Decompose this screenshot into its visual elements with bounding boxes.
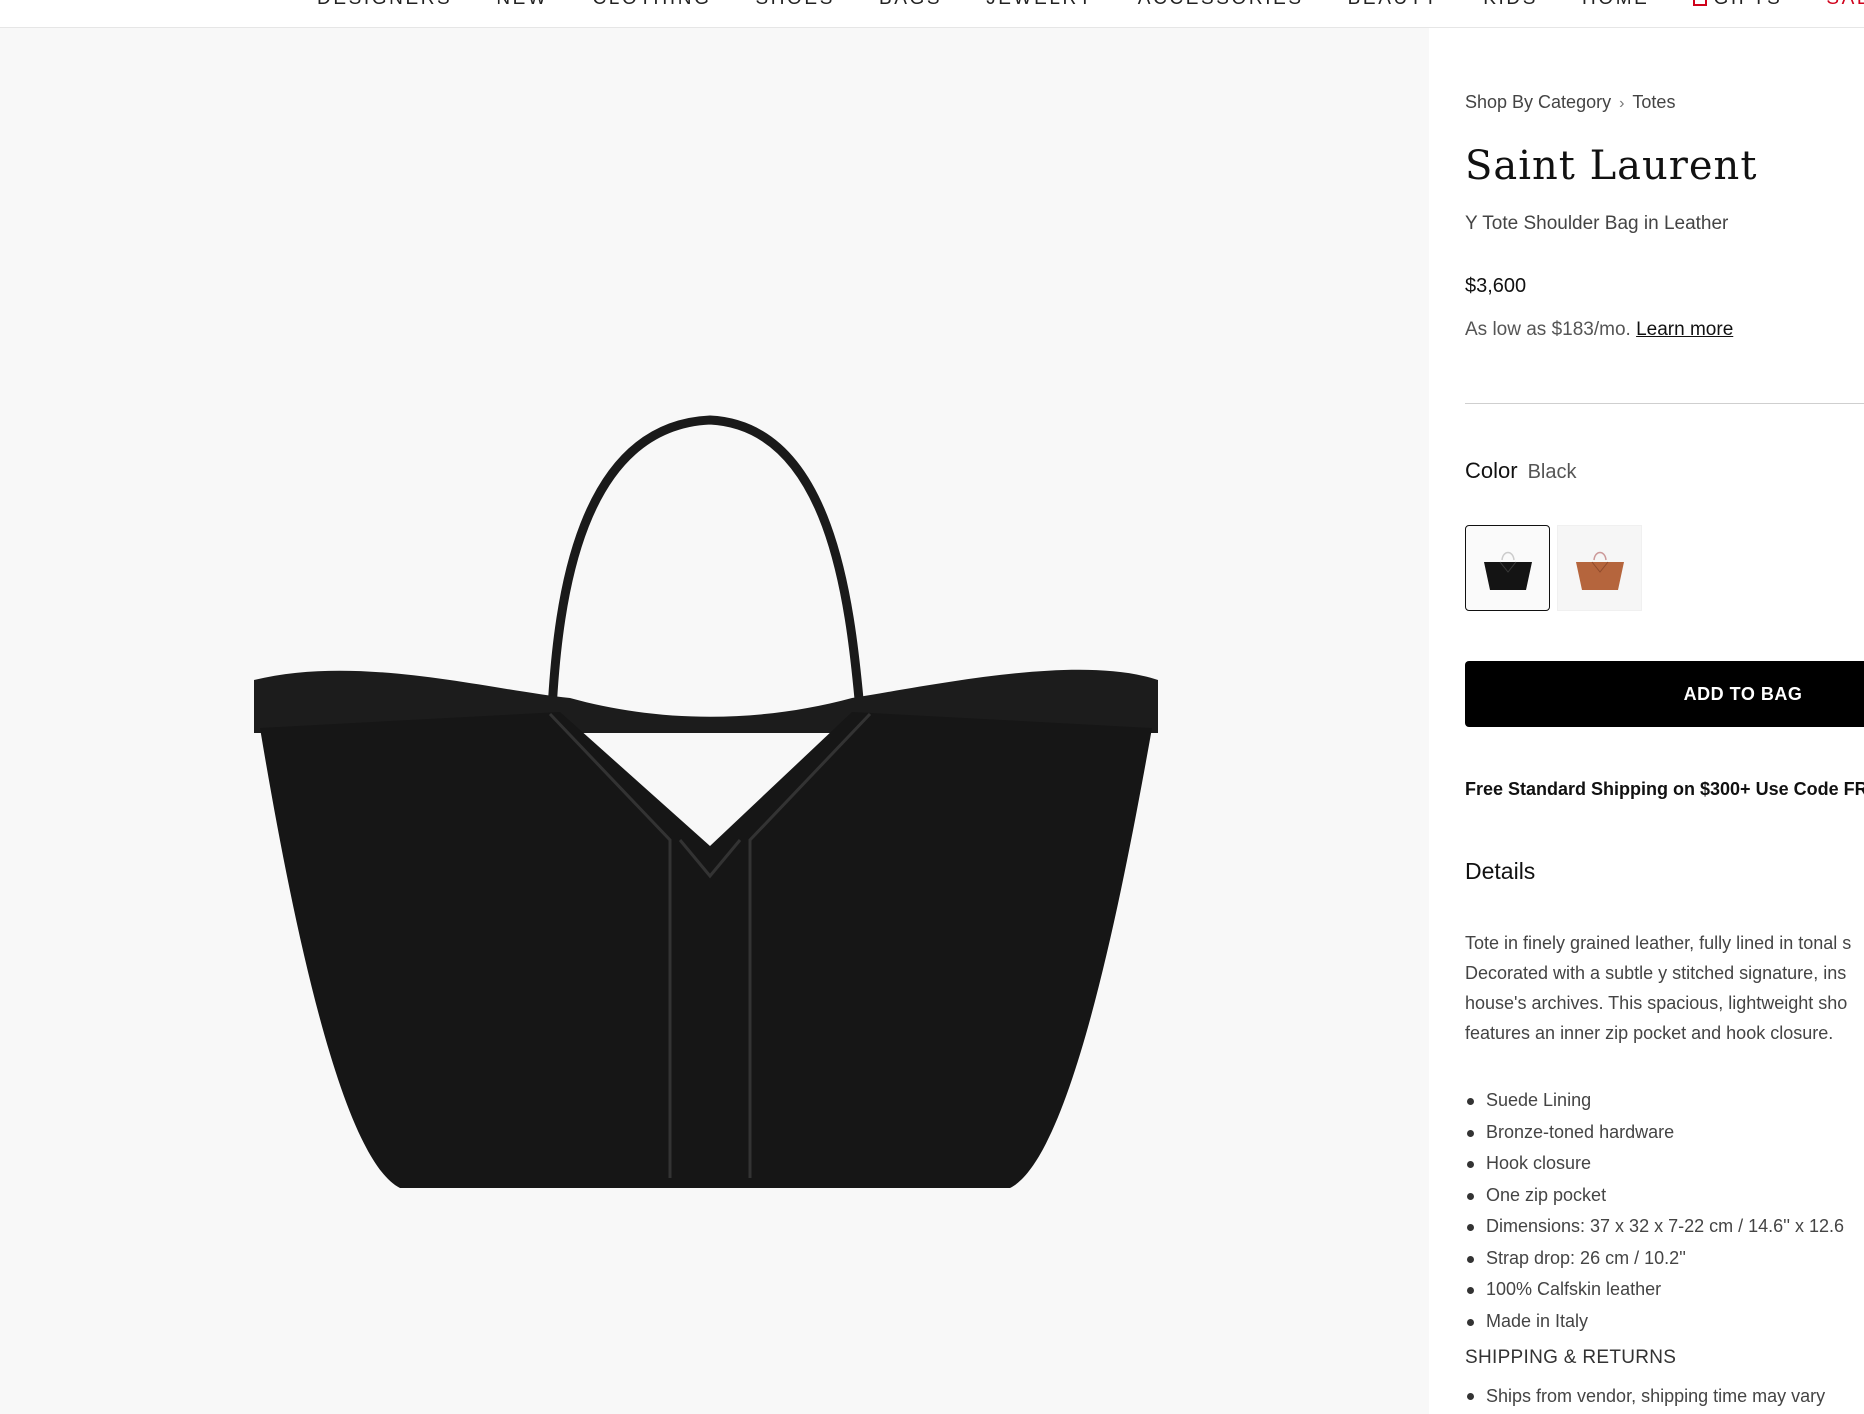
chevron-right-icon: › <box>1619 95 1625 112</box>
nav-item-shoes[interactable]: SHOES <box>755 0 835 10</box>
nav-item-jewelry[interactable]: JEWELRY <box>986 0 1094 10</box>
add-to-bag-button[interactable]: ADD TO BAG <box>1465 661 1864 727</box>
description-line: Decorated with a subtle y stitched signa… <box>1465 963 1847 983</box>
gift-icon <box>1693 0 1708 6</box>
nav-item-new[interactable]: NEW <box>496 0 548 10</box>
selected-color-value: Black <box>1527 461 1577 483</box>
nav-item-beauty[interactable]: BEAUTY <box>1348 0 1440 10</box>
color-selector-label: Color Black <box>1465 458 1576 484</box>
nav-item-sale[interactable]: SALE <box>1826 0 1864 10</box>
feature-item: Suede Lining <box>1465 1085 1844 1117</box>
breadcrumb-totes[interactable]: Totes <box>1632 92 1675 112</box>
breadcrumb: Shop By Category › Totes <box>1465 92 1675 113</box>
nav-item-bags[interactable]: BAGS <box>879 0 942 10</box>
details-heading: Details <box>1465 858 1536 884</box>
product-description: Tote in finely grained leather, fully li… <box>1465 928 1864 1048</box>
brown-tote-thumbnail <box>1575 551 1624 590</box>
feature-list: Suede Lining Bronze-toned hardware Hook … <box>1465 1085 1844 1337</box>
product-info-panel: Shop By Category › Totes Saint Laurent Y T… <box>1429 28 1864 1414</box>
breadcrumb-shop-by-category[interactable]: Shop By Category <box>1465 92 1611 112</box>
color-swatch-black[interactable] <box>1465 525 1550 611</box>
description-line: Tote in finely grained leather, fully li… <box>1465 933 1852 953</box>
nav-item-home[interactable]: HOME <box>1582 0 1649 10</box>
feature-item: Hook closure <box>1465 1148 1844 1180</box>
shipping-returns-list: Ships from vendor, shipping time may var… <box>1465 1381 1825 1412</box>
feature-item: Made in Italy <box>1465 1306 1844 1338</box>
top-navigation: DESIGNERS NEW CLOTHING SHOES BAGS JEWELR… <box>0 0 1864 28</box>
product-price: $3,600 <box>1465 275 1527 297</box>
learn-more-link[interactable]: Learn more <box>1636 319 1733 340</box>
color-swatch-brown[interactable] <box>1557 525 1642 611</box>
product-image[interactable] <box>240 388 1200 1228</box>
nav-item-gifts-label: GIFTS <box>1713 0 1782 9</box>
divider <box>1465 403 1864 404</box>
nav-item-clothing[interactable]: CLOTHING <box>592 0 711 10</box>
nav-item-accessories[interactable]: ACCESSORIES <box>1138 0 1304 10</box>
shipping-returns-heading[interactable]: SHIPPING & RETURNS <box>1465 1347 1676 1369</box>
installment-text: As low as $183/mo. <box>1465 319 1631 340</box>
feature-item: Bronze-toned hardware <box>1465 1117 1844 1149</box>
feature-item: One zip pocket <box>1465 1180 1844 1212</box>
black-tote-thumbnail <box>1483 551 1532 590</box>
nav-row: DESIGNERS NEW CLOTHING SHOES BAGS JEWELR… <box>317 0 1864 10</box>
feature-item: Dimensions: 37 x 32 x 7-22 cm / 14.6'' x… <box>1465 1211 1844 1243</box>
shipping-promo: Free Standard Shipping on $300+ Use Code… <box>1465 779 1864 799</box>
description-line: house's archives. This spacious, lightwe… <box>1465 993 1848 1013</box>
designer-name[interactable]: Saint Laurent <box>1465 143 1757 189</box>
feature-item: 100% Calfskin leather <box>1465 1274 1844 1306</box>
color-label: Color <box>1465 458 1518 483</box>
nav-item-gifts[interactable]: GIFTS <box>1693 0 1782 10</box>
description-line: features an inner zip pocket and hook cl… <box>1465 1023 1834 1043</box>
shipping-returns-item: Ships from vendor, shipping time may var… <box>1465 1381 1825 1412</box>
nav-item-designers[interactable]: DESIGNERS <box>317 0 452 10</box>
nav-item-kids[interactable]: KIDS <box>1483 0 1538 10</box>
product-gallery <box>0 28 1429 1414</box>
installment-info: As low as $183/mo. Learn more <box>1465 319 1733 341</box>
feature-item: Strap drop: 26 cm / 10.2'' <box>1465 1243 1844 1275</box>
product-name: Y Tote Shoulder Bag in Leather <box>1465 213 1729 234</box>
